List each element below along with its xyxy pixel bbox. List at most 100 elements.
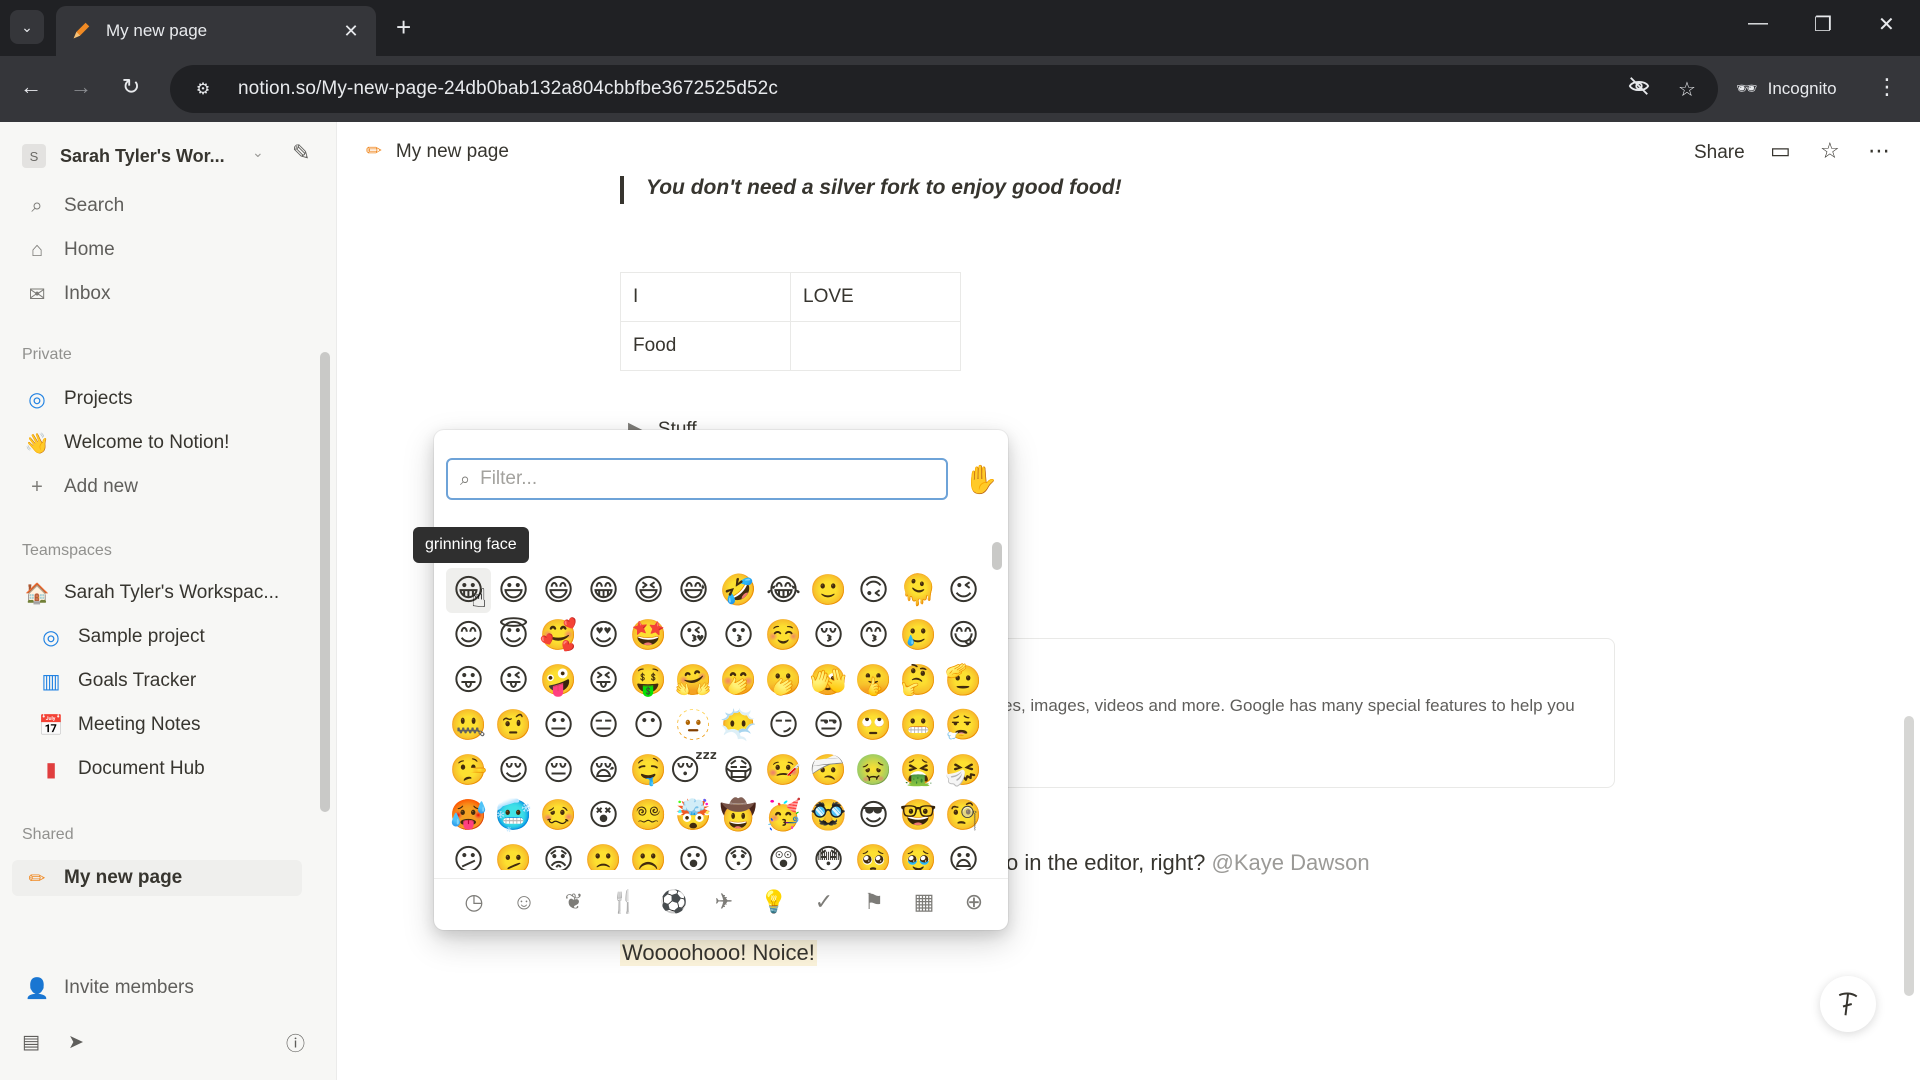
emoji-button[interactable]: 😯 [716,838,761,870]
emoji-button[interactable]: 😛 [446,658,491,703]
sidebar-scrollbar[interactable] [320,352,330,812]
reload-button[interactable]: ↻ [116,74,146,100]
share-button[interactable]: Share [1694,142,1745,164]
emoji-button[interactable]: 🙁 [581,838,626,870]
emoji-button[interactable]: 🥵 [446,793,491,838]
ai-help-button[interactable] [1820,976,1876,1032]
emoji-button[interactable]: 😘 [671,613,716,658]
quote-block[interactable]: You don't need a silver fork to enjoy go… [620,176,1122,204]
emoji-button[interactable]: 🤯 [671,793,716,838]
emoji-button[interactable]: 😏 [761,703,806,748]
tab-close-button[interactable]: ✕ [340,21,362,42]
emoji-button[interactable]: 🤮 [896,748,941,793]
emoji-button[interactable]: 😁 [581,568,626,613]
emoji-button[interactable]: 🤫 [851,658,896,703]
close-window-button[interactable]: ✕ [1878,12,1895,37]
emoji-button[interactable]: 😙 [851,613,896,658]
emoji-button[interactable]: 🤭 [716,658,761,703]
emoji-button[interactable]: 🥲 [896,613,941,658]
emoji-button[interactable]: 🫣 [806,658,851,703]
paragraph-with-mention[interactable]: o in the editor, right? @Kaye Dawson [1006,850,1370,876]
symbols-icon[interactable]: ✓ [804,882,844,922]
emoji-button[interactable]: 🥺 [851,838,896,870]
sidebar-item-sample-project[interactable]: ◎ Sample project [36,619,326,655]
browser-menu-icon[interactable]: ⋮ [1876,74,1898,100]
sidebar-item-welcome[interactable]: 👋 Welcome to Notion! [22,425,312,461]
sidebar-item-invite-members[interactable]: 👤 Invite members [22,970,312,1006]
emoji-button[interactable]: 😊 [446,613,491,658]
emoji-button[interactable]: ☺️ [761,613,806,658]
emoji-button[interactable]: 🤒 [761,748,806,793]
address-bar[interactable]: ⚙ notion.so/My-new-page-24db0bab132a804c… [170,65,1718,113]
browser-tab[interactable]: My new page ✕ [56,6,376,56]
table-cell[interactable] [790,321,961,371]
sidebar-item-search[interactable]: ⌕ Search [22,188,312,224]
emoji-button[interactable]: 🤑 [626,658,671,703]
bookmark-star-icon[interactable]: ☆ [1670,77,1704,102]
emoji-button[interactable]: 😔 [536,748,581,793]
emoji-button[interactable]: 🤕 [806,748,851,793]
emoji-button[interactable]: 😆 [626,568,671,613]
picker-scrollbar[interactable] [992,542,1002,570]
sidebar-item-teamspace[interactable]: 🏠 Sarah Tyler's Workspac... [22,575,312,611]
emoji-button[interactable]: 🙂 [806,568,851,613]
emoji-button[interactable]: 🥶 [491,793,536,838]
recent-clock-icon[interactable]: ◷ [454,882,494,922]
eye-off-icon[interactable] [1622,75,1656,103]
food-icon[interactable]: 🍴 [604,882,644,922]
restore-button[interactable]: ❐ [1814,12,1832,37]
smiley-icon[interactable]: ☺ [504,882,544,922]
emoji-button[interactable]: 😉 [941,568,986,613]
tab-search-button[interactable]: ⌄ [10,10,44,44]
emoji-button[interactable]: 🤤 [626,748,671,793]
emoji-button[interactable]: 😳 [806,838,851,870]
emoji-button[interactable]: 😴 [669,748,717,793]
emoji-button[interactable]: 🫥 [671,703,716,748]
emoji-button[interactable]: 😋 [941,613,986,658]
highlighted-text[interactable]: Woooohooo! Noice! [620,940,817,966]
emoji-button[interactable]: 🫢 [761,658,806,703]
emoji-button[interactable]: 😦 [941,838,986,870]
emoji-button[interactable]: 🫠 [896,568,941,613]
emoji-button[interactable]: 🤧 [941,748,986,793]
emoji-button[interactable]: 😝 [581,658,626,703]
emoji-button[interactable]: 🫡 [941,658,986,703]
templates-icon[interactable]: ▤ [22,1024,58,1060]
emoji-button[interactable]: 😲 [761,838,806,870]
send-icon[interactable]: ➤ [68,1024,104,1060]
emoji-button[interactable]: 😂 [761,568,806,613]
minimize-button[interactable]: — [1748,12,1768,35]
emoji-button[interactable]: 😕 [446,838,491,870]
emoji-button[interactable]: 😜 [491,658,536,703]
emoji-button[interactable]: 😚 [806,613,851,658]
emoji-button[interactable]: 😌 [491,748,536,793]
emoji-button[interactable]: 😵‍💫 [626,793,671,838]
emoji-button[interactable]: 🤣 [716,568,761,613]
plus-circle-icon[interactable]: ⊕ [954,882,994,922]
chevron-down-icon[interactable]: ⌄ [252,144,264,161]
emoji-button[interactable]: 😮 [671,838,716,870]
emoji-button[interactable]: 🤐 [446,703,491,748]
emoji-button[interactable]: 😷 [716,748,761,793]
emoji-button[interactable]: 😟 [536,838,581,870]
main-scrollbar[interactable] [1904,716,1914,996]
emoji-button[interactable]: 🤪 [536,658,581,703]
plane-icon[interactable]: ✈ [704,882,744,922]
flag-icon[interactable]: ⚑ [854,882,894,922]
emoji-filter-field[interactable]: ⌕ [446,458,948,500]
sidebar-item-projects[interactable]: ◎ Projects [22,381,312,417]
user-mention[interactable]: @Kaye Dawson [1211,850,1369,875]
back-button[interactable]: ← [16,74,46,100]
emoji-button[interactable]: 🤨 [491,703,536,748]
sidebar-item-add-new[interactable]: + Add new [22,469,312,505]
emoji-button[interactable]: 😑 [581,703,626,748]
emoji-button[interactable]: 😬 [896,703,941,748]
help-icon[interactable]: ⓘ [286,1024,322,1060]
emoji-button[interactable]: 🤢 [851,748,896,793]
breadcrumb[interactable]: ✏ My new page [366,140,509,163]
emoji-button[interactable]: 😒 [806,703,851,748]
emoji-button[interactable]: 🥸 [806,793,851,838]
emoji-button[interactable]: 😶 [626,703,671,748]
emoji-button[interactable]: 🥰 [536,613,581,658]
emoji-button[interactable]: 🥴 [536,793,581,838]
